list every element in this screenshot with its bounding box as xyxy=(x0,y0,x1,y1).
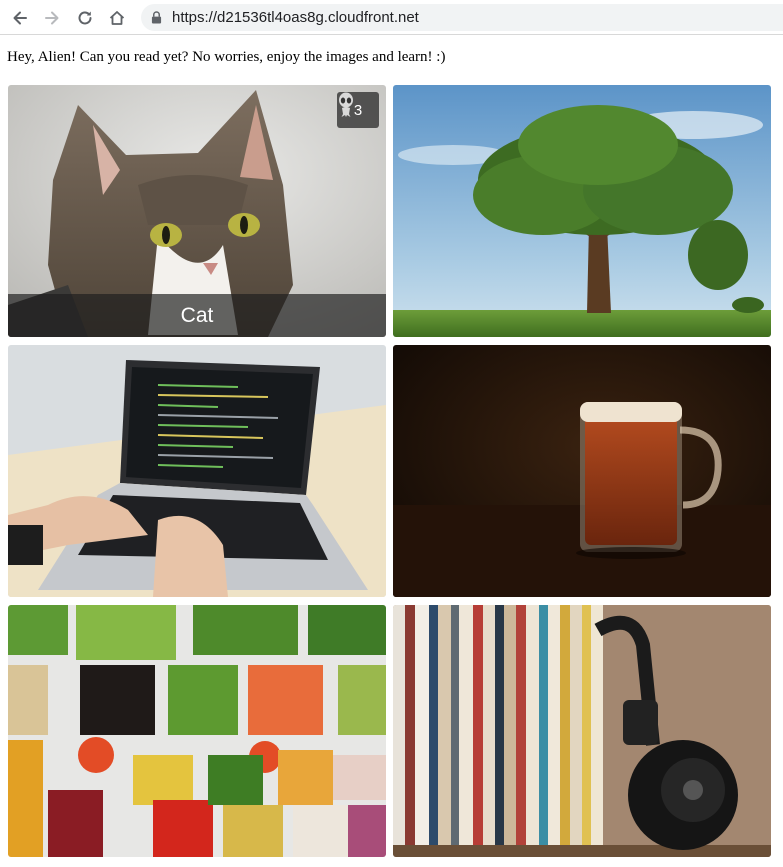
image-tile-tree[interactable] xyxy=(393,85,771,337)
address-url[interactable]: https://d21536tl4oas8g.cloudfront.net xyxy=(172,9,419,26)
tree-image xyxy=(393,85,771,337)
beer-image xyxy=(393,345,771,597)
intro-text: Hey, Alien! Can you read yet? No worries… xyxy=(7,49,446,65)
laptop-image xyxy=(8,345,386,597)
badge-count: 3 xyxy=(353,101,363,119)
alien-icon xyxy=(339,92,353,117)
home-icon xyxy=(109,11,125,25)
browser-toolbar: https://d21536tl4oas8g.cloudfront.net xyxy=(0,0,783,35)
records-image xyxy=(393,605,771,857)
reload-button[interactable] xyxy=(72,5,98,31)
lock-icon[interactable] xyxy=(150,11,162,25)
vegetables-image xyxy=(8,605,386,857)
image-tile-vegetables[interactable] xyxy=(8,605,386,857)
image-tile-beer[interactable] xyxy=(393,345,771,597)
forward-button[interactable] xyxy=(39,5,65,31)
image-tile-cat[interactable]: 3 Cat xyxy=(8,85,386,337)
image-tile-records[interactable] xyxy=(393,605,771,857)
home-button[interactable] xyxy=(104,5,130,31)
back-button[interactable] xyxy=(7,5,33,31)
address-bar[interactable]: https://d21536tl4oas8g.cloudfront.net xyxy=(141,4,783,31)
tile-caption: Cat xyxy=(8,294,386,337)
arrow-left-icon xyxy=(13,11,27,25)
view-count-badge: 3 xyxy=(337,92,379,128)
reload-icon xyxy=(78,11,92,25)
arrow-right-icon xyxy=(45,11,59,25)
image-tile-laptop[interactable] xyxy=(8,345,386,597)
